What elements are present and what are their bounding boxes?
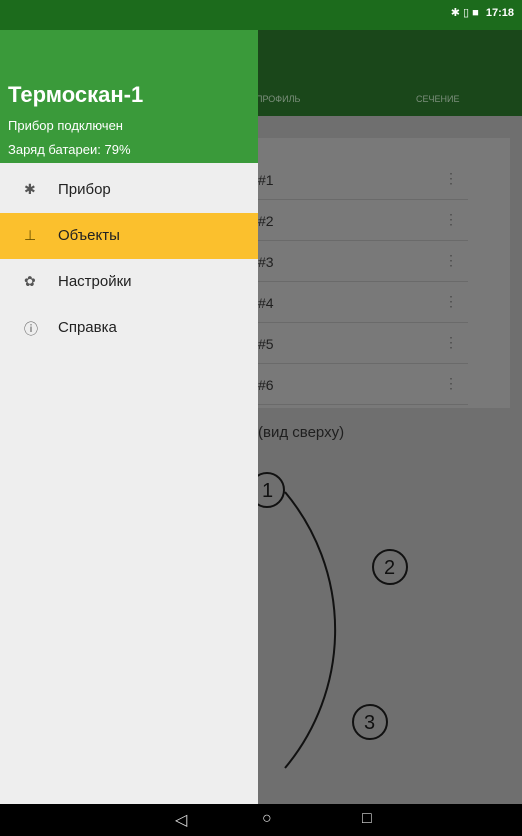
menu-item-device[interactable]: ✱ Прибор	[0, 167, 258, 213]
diagram-node-label: 2	[384, 557, 395, 579]
sensor-row-label: #6	[258, 377, 274, 393]
sensor-row[interactable]: #4 ⋮	[258, 281, 468, 323]
bluetooth-icon: ✱	[24, 181, 36, 197]
more-icon[interactable]: ⋮	[444, 334, 458, 351]
diagram-node-label: 1	[262, 480, 273, 502]
home-icon[interactable]: ○	[262, 810, 272, 828]
object-icon: ⊥	[24, 227, 37, 243]
menu-item-help[interactable]: ⓘ Справка	[0, 305, 258, 351]
more-icon[interactable]: ⋮	[444, 375, 458, 392]
diagram-node-label: 3	[364, 712, 375, 734]
sensor-row[interactable]: #5 ⋮	[258, 322, 468, 364]
recents-icon[interactable]: □	[362, 810, 372, 828]
status-indicator-icons: ✱ ▯ ■	[450, 7, 479, 19]
sensor-row-label: #4	[258, 295, 274, 311]
menu-item-objects[interactable]: ⊥ Объекты	[0, 213, 258, 259]
menu-item-label: Настройки	[58, 273, 132, 290]
sensor-row-label: #1	[258, 172, 274, 188]
menu-item-label: Справка	[58, 319, 117, 336]
status-time: 17:18	[485, 7, 514, 19]
device-name: Термоскан-1	[8, 82, 144, 107]
more-icon[interactable]: ⋮	[444, 170, 458, 187]
navigation-drawer: Термоскан-1 Прибор подключен Заряд батар…	[0, 30, 258, 804]
gear-icon: ✿	[24, 273, 36, 289]
sensor-row[interactable]: #1 ⋮	[258, 158, 468, 200]
sensor-row[interactable]: #3 ⋮	[258, 240, 468, 282]
sensor-row[interactable]: #2 ⋮	[258, 199, 468, 241]
back-icon[interactable]: ◁	[175, 810, 187, 830]
sensor-row-label: #5	[258, 336, 274, 352]
sensor-row-label: #2	[258, 213, 274, 229]
connection-status: Прибор подключен	[8, 118, 123, 133]
status-bar: ✱ ▯ ■ 17:18	[0, 0, 522, 30]
sensor-row-label: #3	[258, 254, 274, 270]
more-icon[interactable]: ⋮	[444, 293, 458, 310]
diagram-arc	[284, 491, 337, 769]
tab-section[interactable]: СЕЧЕНИЕ	[416, 94, 459, 104]
tab-profile[interactable]: ПРОФИЛЬ	[256, 94, 300, 104]
diagram-caption: (вид сверху)	[258, 424, 345, 441]
menu-item-label: Объекты	[58, 227, 120, 244]
menu-item-settings[interactable]: ✿ Настройки	[0, 259, 258, 305]
menu-item-label: Прибор	[58, 181, 111, 198]
info-icon: ⓘ	[24, 321, 38, 337]
more-icon[interactable]: ⋮	[444, 252, 458, 269]
navigation-bar: ◁ ○ □	[0, 804, 522, 836]
battery-status: Заряд батареи: 79%	[8, 142, 131, 157]
drawer-header: Термоскан-1 Прибор подключен Заряд батар…	[0, 30, 258, 163]
sensor-row[interactable]: #6 ⋮	[258, 363, 468, 405]
status-icons: ✱ ▯ ■ 17:18	[451, 6, 514, 19]
more-icon[interactable]: ⋮	[444, 211, 458, 228]
